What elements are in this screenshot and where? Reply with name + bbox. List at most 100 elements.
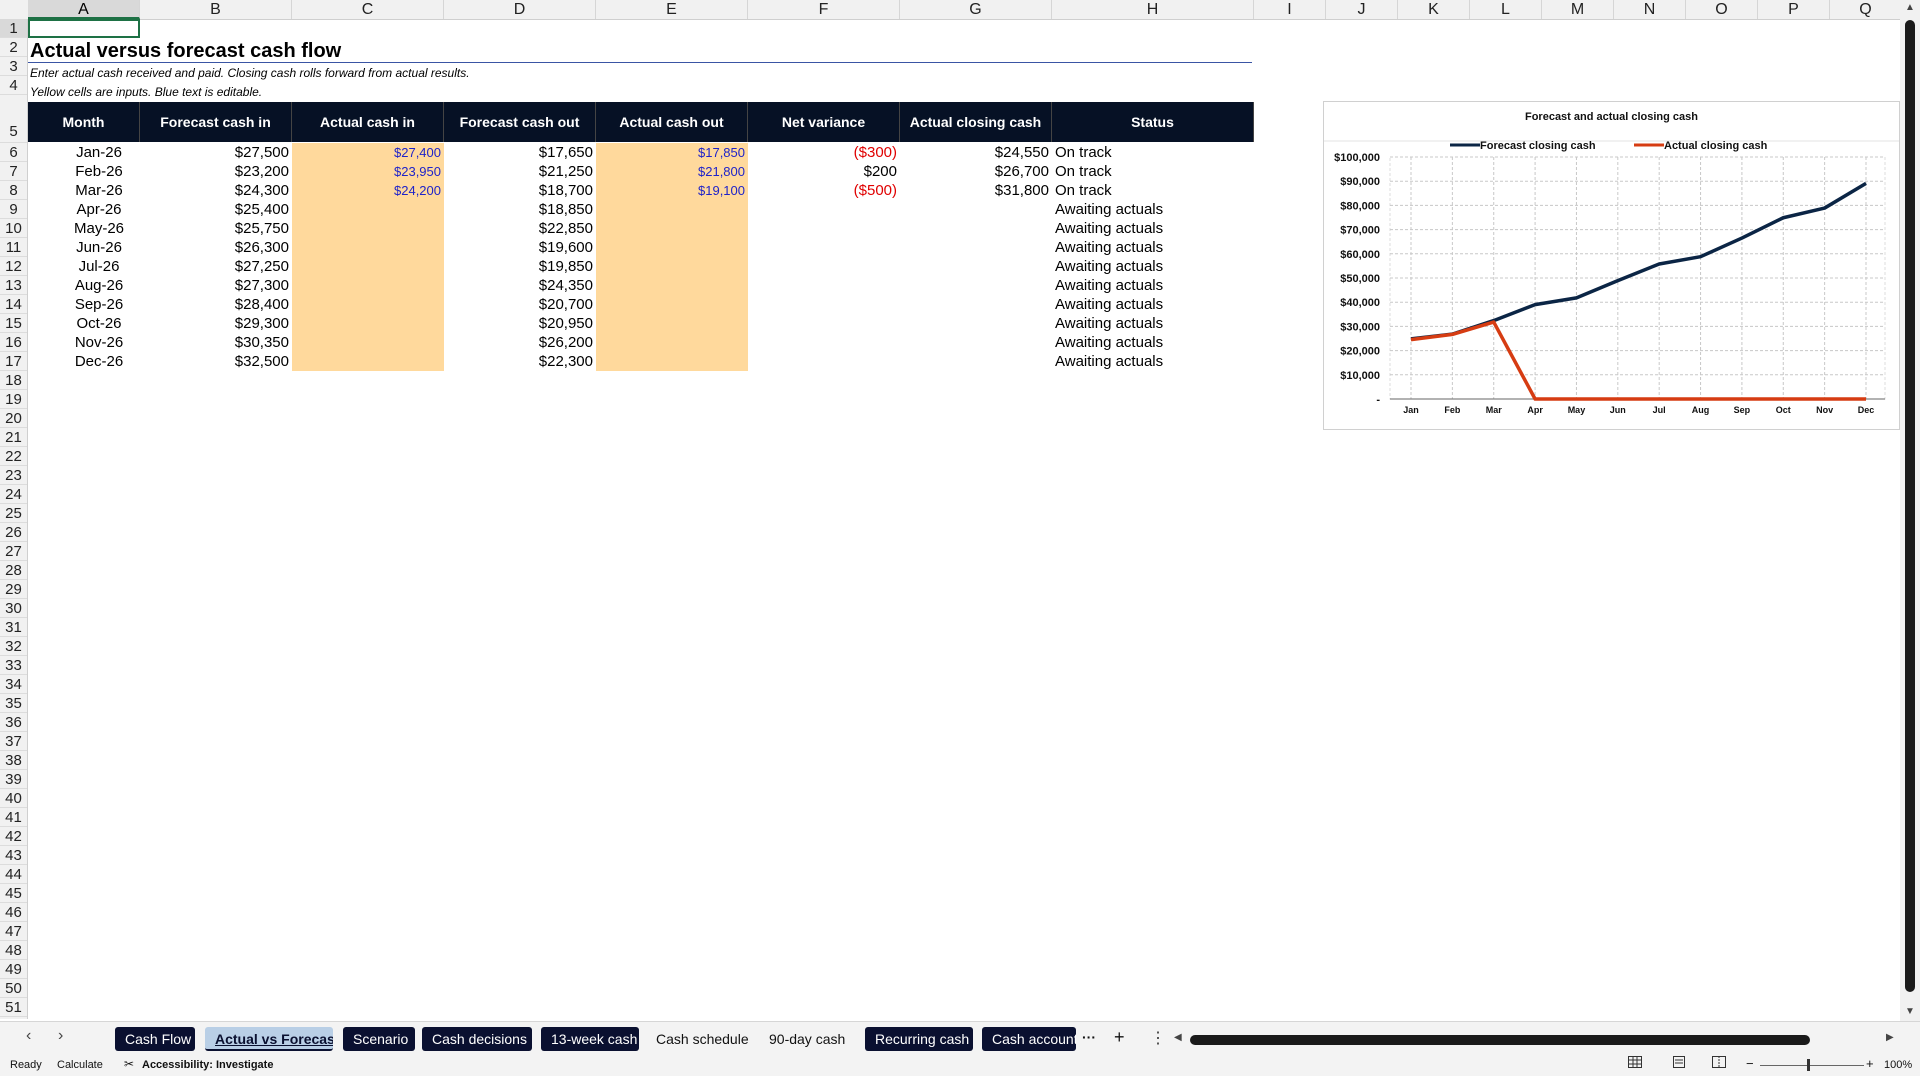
zoom-slider[interactable] [1760,1065,1864,1066]
value-cell-ain[interactable] [292,200,444,219]
row-header-16[interactable]: 16 [0,333,27,352]
value-cell-ain[interactable] [292,352,444,371]
row-header-36[interactable]: 36 [0,713,27,732]
row-header-32[interactable]: 32 [0,637,27,656]
value-cell-aout[interactable] [596,333,748,352]
value-cell-ain[interactable] [292,295,444,314]
value-cell-aout[interactable]: $21,800 [596,162,748,181]
column-header-m[interactable]: M [1542,0,1614,19]
row-header-31[interactable]: 31 [0,618,27,637]
row-header-37[interactable]: 37 [0,732,27,751]
column-header-l[interactable]: L [1470,0,1542,19]
column-header-c[interactable]: C [292,0,444,19]
value-cell-ain[interactable]: $27,400 [292,143,444,162]
sheet-tab-scenario[interactable]: Scenario [343,1027,415,1051]
zoom-out-button[interactable]: − [1746,1056,1754,1071]
value-cell-aout[interactable] [596,200,748,219]
value-cell-ain[interactable] [292,333,444,352]
column-header-o[interactable]: O [1686,0,1758,19]
row-header-49[interactable]: 49 [0,960,27,979]
scroll-up-icon[interactable]: ▲ [1905,2,1915,13]
value-cell-aout[interactable] [596,352,748,371]
row-header-21[interactable]: 21 [0,428,27,447]
row-header-9[interactable]: 9 [0,200,27,219]
row-header-18[interactable]: 18 [0,371,27,390]
sheet-tab-recurring-cash[interactable]: Recurring cash [865,1027,973,1051]
row-header-22[interactable]: 22 [0,447,27,466]
tab-options-icon[interactable]: ⋮ [1150,1028,1166,1048]
row-header-48[interactable]: 48 [0,941,27,960]
row-header-20[interactable]: 20 [0,409,27,428]
row-header-15[interactable]: 15 [0,314,27,333]
column-header-e[interactable]: E [596,0,748,19]
row-header-41[interactable]: 41 [0,808,27,827]
row-header-39[interactable]: 39 [0,770,27,789]
row-header-42[interactable]: 42 [0,827,27,846]
column-header-f[interactable]: F [748,0,900,19]
column-header-n[interactable]: N [1614,0,1686,19]
vertical-scroll-thumb[interactable] [1905,20,1915,992]
value-cell-aout[interactable] [596,276,748,295]
row-header-12[interactable]: 12 [0,257,27,276]
value-cell-ain[interactable] [292,257,444,276]
horizontal-scrollbar[interactable]: ◀ ▶ [1174,1032,1900,1045]
tab-prev-icon[interactable]: ‹ [26,1027,31,1045]
tab-next-icon[interactable]: › [58,1027,63,1045]
column-header-h[interactable]: H [1052,0,1254,19]
row-header-46[interactable]: 46 [0,903,27,922]
active-cell-a1[interactable] [28,19,140,38]
value-cell-aout[interactable] [596,238,748,257]
row-header-44[interactable]: 44 [0,865,27,884]
row-header-27[interactable]: 27 [0,542,27,561]
zoom-level[interactable]: 100% [1884,1059,1912,1071]
closing-cash-chart[interactable]: Forecast and actual closing cash Forecast… [1323,101,1900,430]
row-header-6[interactable]: 6 [0,143,27,162]
scroll-left-icon[interactable]: ◀ [1174,1032,1182,1043]
row-header-30[interactable]: 30 [0,599,27,618]
scroll-down-icon[interactable]: ▼ [1905,1006,1915,1017]
sheet-tab-actual-vs-forecast[interactable]: Actual vs Forecast [205,1027,333,1051]
column-header-k[interactable]: K [1398,0,1470,19]
row-header-43[interactable]: 43 [0,846,27,865]
add-sheet-button[interactable]: + [1114,1027,1125,1048]
row-header-51[interactable]: 51 [0,998,27,1017]
sheet-tab-cash-account[interactable]: Cash account [982,1027,1076,1051]
row-header-13[interactable]: 13 [0,276,27,295]
row-header-1[interactable]: 1 [0,19,27,38]
calculate-button[interactable]: Calculate [57,1059,103,1071]
column-header-i[interactable]: I [1254,0,1326,19]
value-cell-ain[interactable]: $23,950 [292,162,444,181]
row-header-3[interactable]: 3 [0,57,27,76]
row-header-38[interactable]: 38 [0,751,27,770]
row-header-2[interactable]: 2 [0,38,27,57]
column-header-b[interactable]: B [140,0,292,19]
value-cell-aout[interactable] [596,257,748,276]
row-header-24[interactable]: 24 [0,485,27,504]
value-cell-ain[interactable]: $24,200 [292,181,444,200]
row-header-25[interactable]: 25 [0,504,27,523]
vertical-scrollbar[interactable]: ▲ ▼ [1900,0,1920,1021]
value-cell-aout[interactable]: $19,100 [596,181,748,200]
column-header-d[interactable]: D [444,0,596,19]
column-header-a[interactable]: A [28,0,140,19]
column-header-q[interactable]: Q [1830,0,1902,19]
row-header-26[interactable]: 26 [0,523,27,542]
zoom-in-button[interactable]: + [1866,1056,1874,1071]
row-header-10[interactable]: 10 [0,219,27,238]
page-layout-view-icon[interactable] [1672,1056,1686,1071]
row-header-7[interactable]: 7 [0,162,27,181]
zoom-slider-thumb[interactable] [1807,1059,1810,1071]
row-header-40[interactable]: 40 [0,789,27,808]
value-cell-ain[interactable] [292,219,444,238]
row-header-33[interactable]: 33 [0,656,27,675]
sheet-tab-13-week-cash[interactable]: 13-week cash [541,1027,639,1051]
value-cell-aout[interactable] [596,295,748,314]
value-cell-ain[interactable] [292,314,444,333]
sheet-tab-90-day-cash[interactable]: 90-day cash [759,1027,853,1051]
sheet-tab-cash-decisions[interactable]: Cash decisions [422,1027,532,1051]
row-header-50[interactable]: 50 [0,979,27,998]
row-header-47[interactable]: 47 [0,922,27,941]
row-header-29[interactable]: 29 [0,580,27,599]
row-header-17[interactable]: 17 [0,352,27,371]
accessibility-status[interactable]: Accessibility: Investigate [142,1059,273,1071]
